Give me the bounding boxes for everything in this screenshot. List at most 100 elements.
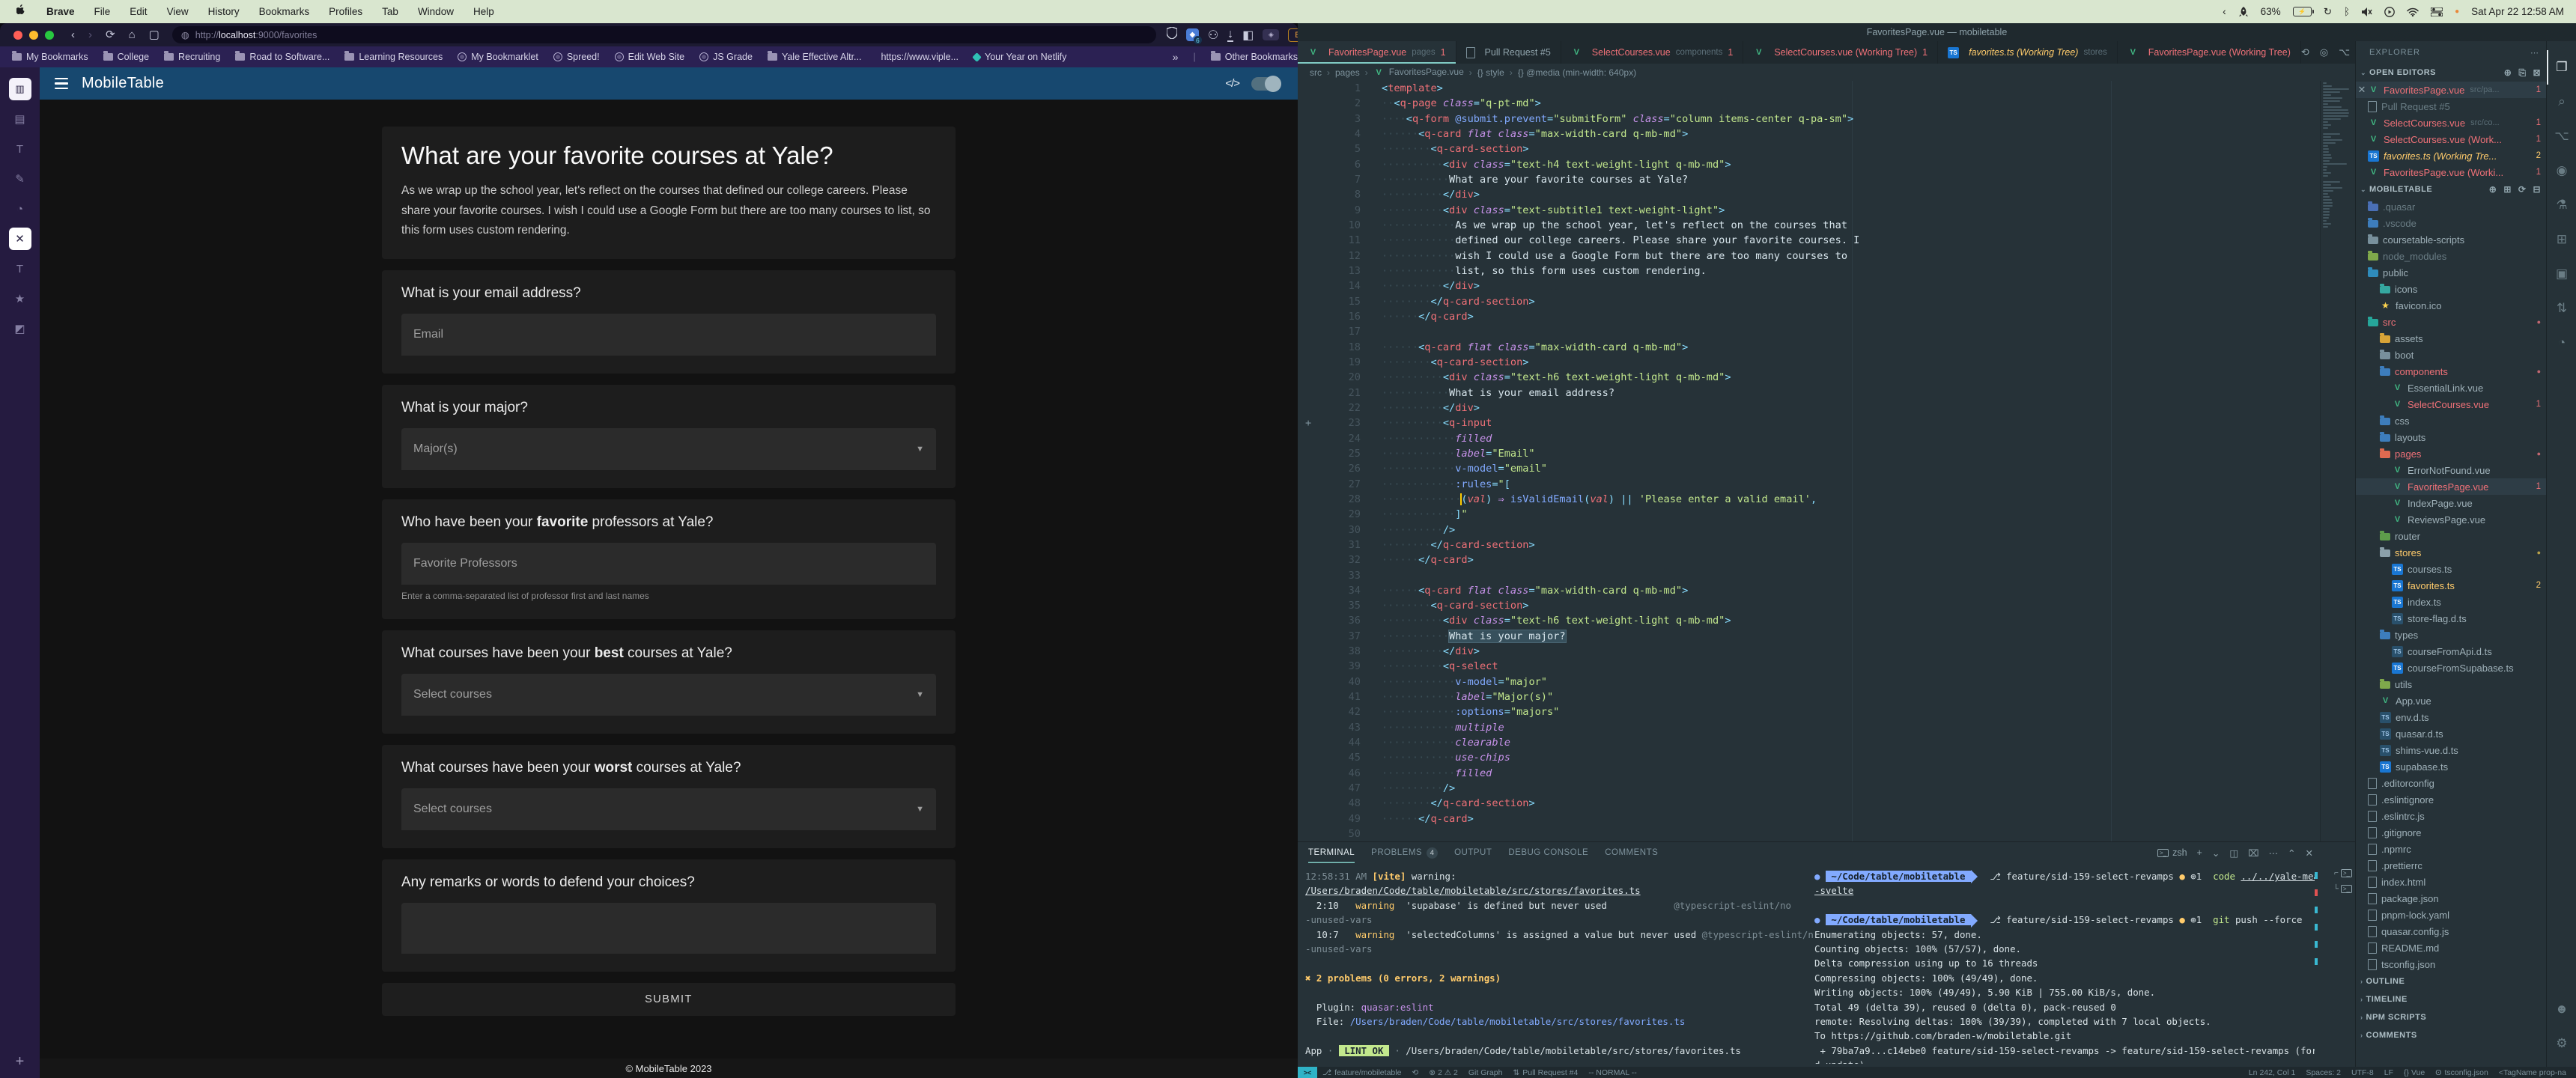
section-comments[interactable]: › COMMENTS	[2356, 1026, 2547, 1044]
bookmark-item[interactable]: Spreed!	[553, 52, 600, 62]
section-action-icon[interactable]: ⊕	[2489, 184, 2497, 195]
new-tab-icon[interactable]: +	[0, 1053, 40, 1071]
tab-search-button[interactable]: ▢	[149, 29, 160, 40]
tree-row[interactable]: TS index.ts	[2356, 594, 2547, 610]
code-line[interactable]: 22 ··········</div>	[1298, 401, 2321, 415]
testing-icon[interactable]: ⚗	[2547, 188, 2576, 222]
other-bookmarks[interactable]: Other Bookmarks	[1210, 51, 1298, 62]
tree-row[interactable]: layouts	[2356, 429, 2547, 445]
code-line[interactable]: 37 ···········What is your major?	[1298, 629, 2321, 644]
code-line[interactable]: 49 ······</q-card>	[1298, 811, 2321, 826]
tree-row[interactable]: TS courses.ts	[2356, 561, 2547, 577]
close-panel-icon[interactable]: ✕	[2306, 847, 2313, 859]
extension-tab-icon[interactable]: ◩	[9, 317, 31, 340]
section-action-icon[interactable]: ⊞	[2503, 184, 2512, 195]
maximize-panel-icon[interactable]: ⌃	[2288, 847, 2295, 859]
code-line[interactable]: 35 ········<q-card-section>	[1298, 598, 2321, 613]
tree-row[interactable]: tsconfig.json	[2356, 956, 2547, 972]
sync-circle-icon[interactable]: ↻	[2324, 6, 2332, 18]
open-editor-row[interactable]: V FavoritesPage.vue (Worki... 1	[2356, 164, 2547, 180]
tree-row[interactable]: README.md	[2356, 940, 2547, 956]
window-traffic-lights[interactable]	[0, 30, 64, 40]
best-courses-select[interactable]: Select courses ▼	[401, 673, 936, 716]
tree-row[interactable]: .quasar	[2356, 198, 2547, 215]
tree-row[interactable]: coursetable-scripts	[2356, 231, 2547, 248]
code-line[interactable]: 40 ············v-model="major"	[1298, 674, 2321, 689]
code-line[interactable]: 17	[1298, 324, 2321, 339]
panel-tab-output[interactable]: OUTPUT	[1454, 842, 1492, 863]
live-share-icon[interactable]: ◔	[2547, 326, 2576, 360]
editor-tab[interactable]: V FavoritesPage.vue (Working Tree)	[2118, 41, 2301, 64]
open-editor-row[interactable]: V SelectCourses.vue src/co... 1	[2356, 115, 2547, 131]
tree-row[interactable]: quasar.config.js	[2356, 923, 2547, 940]
status-item[interactable]: ʘ tsconfig.json	[2430, 1068, 2494, 1077]
new-terminal-icon[interactable]: +	[2197, 847, 2202, 858]
section-action-icon[interactable]: ⊟	[2533, 184, 2541, 195]
panel-tab-comments[interactable]: COMMENTS	[1605, 842, 1658, 863]
code-editor[interactable]: 1 <template> 2 ··<q-page class="q-pt-md"> 3 ·…	[1298, 81, 2321, 842]
code-line[interactable]: 33	[1298, 568, 2321, 583]
bookmark-item[interactable]: Your Year on Netlify	[972, 52, 1066, 62]
panel-tab-debug-console[interactable]: DEBUG CONSOLE	[1508, 842, 1588, 863]
remote-indicator[interactable]: ><	[1298, 1067, 1317, 1078]
check-icon[interactable]: ◎	[2320, 46, 2328, 58]
section-action-icon[interactable]: ⎘	[2518, 67, 2526, 79]
tree-row[interactable]: TS courseFromSupabase.ts	[2356, 660, 2547, 676]
code-line[interactable]: 9 ··········<div class="text-subtitle1 te…	[1298, 203, 2321, 218]
code-line[interactable]: 18 ······<q-card flat class="max-width-ca…	[1298, 340, 2321, 355]
root-folder-section[interactable]: ⌄ MOBILETABLE ⊕ ⊞ ⟳ ⊟	[2356, 180, 2547, 198]
tree-row[interactable]: package.json	[2356, 890, 2547, 907]
tree-row[interactable]: V IndexPage.vue	[2356, 495, 2547, 511]
error-badge[interactable]: Error	[1288, 28, 1298, 42]
code-line[interactable]: 42 ············:options="majors"	[1298, 704, 2321, 719]
app-menu-icon[interactable]	[55, 77, 68, 90]
bookmark-item[interactable]: Learning Resources	[344, 51, 443, 62]
tree-row[interactable]: TS quasar.d.ts	[2356, 725, 2547, 742]
code-line[interactable]: 16 ······</q-card>	[1298, 309, 2321, 324]
editor-tab[interactable]: Pull Request #5	[1456, 41, 1561, 64]
brave-shield-icon[interactable]	[1166, 26, 1178, 43]
code-line[interactable]: 41 ············label="Major(s)"	[1298, 689, 2321, 704]
tree-row[interactable]: node_modules	[2356, 248, 2547, 264]
project-manager-icon[interactable]: ▣	[2547, 257, 2576, 291]
status-item[interactable]: ⇅ Pull Request #4	[1507, 1068, 1583, 1077]
remarks-textarea[interactable]	[401, 902, 936, 954]
app-icon[interactable]: ▥	[8, 78, 31, 100]
section-action-icon[interactable]: ⟳	[2518, 184, 2527, 195]
tree-row[interactable]: V EssentialLink.vue	[2356, 380, 2547, 396]
status-item[interactable]: -- NORMAL --	[1583, 1068, 1641, 1077]
tree-row[interactable]: V App.vue	[2356, 692, 2547, 709]
breadcrumb[interactable]: src › pages › V FavoritesPage.vue › {} style › {}…	[1298, 64, 2355, 81]
tree-row[interactable]: css	[2356, 412, 2547, 429]
tree-row[interactable]: V SelectCourses.vue 1	[2356, 396, 2547, 412]
tree-row[interactable]: .vscode	[2356, 215, 2547, 231]
code-line[interactable]: 8 ··········</div>	[1298, 187, 2321, 202]
tree-row[interactable]: TS supabase.ts	[2356, 758, 2547, 775]
code-line[interactable]: 32 ······</q-card>	[1298, 552, 2321, 567]
tree-row[interactable]: pages ●	[2356, 445, 2547, 462]
tree-row[interactable]: V FavoritesPage.vue 1	[2356, 478, 2547, 495]
source-control-icon[interactable]: ⌥	[2547, 119, 2576, 153]
github-icon[interactable]: ◉	[2547, 153, 2576, 188]
code-line[interactable]: 4 ······<q-card flat class="max-width-car…	[1298, 127, 2321, 141]
tree-row[interactable]: TS store-flag.d.ts	[2356, 610, 2547, 627]
code-line[interactable]: +23 ··········<q-input	[1298, 415, 2321, 430]
code-line[interactable]: 19 ········<q-card-section>	[1298, 355, 2321, 370]
text-tool-icon[interactable]: T	[9, 138, 31, 160]
breadcrumb-item[interactable]: {} style	[1477, 67, 1504, 78]
close-icon[interactable]: ✕	[2356, 84, 2368, 96]
tree-row[interactable]: TS courseFromApi.d.ts	[2356, 643, 2547, 660]
accounts-icon[interactable]: ☻	[2547, 992, 2576, 1026]
text2-tool-icon[interactable]: T	[9, 258, 31, 280]
breadcrumb-item[interactable]: src	[1310, 67, 1322, 78]
bookmarks-overflow-icon[interactable]: »	[1173, 51, 1179, 63]
tree-row[interactable]: index.html	[2356, 874, 2547, 890]
code-line[interactable]: 50	[1298, 826, 2321, 841]
control-center-icon[interactable]	[2431, 7, 2443, 16]
split-terminal-icon[interactable]: ◫	[2229, 847, 2238, 859]
active-tab-icon[interactable]: ✕	[8, 228, 31, 250]
tree-row[interactable]: V ErrorNotFound.vue	[2356, 462, 2547, 478]
bookmark-item[interactable]: Edit Web Site	[614, 52, 684, 62]
theme-toggle[interactable]	[1251, 75, 1281, 92]
volume-mute-icon[interactable]	[2362, 7, 2372, 16]
